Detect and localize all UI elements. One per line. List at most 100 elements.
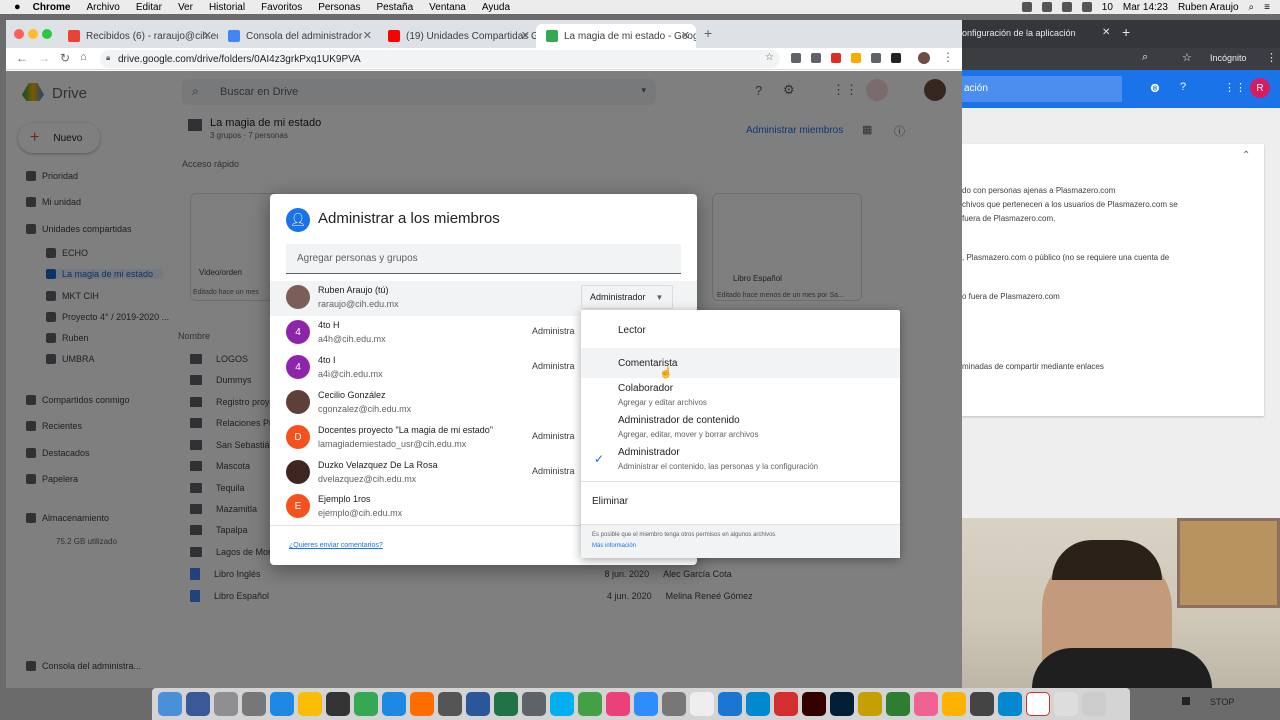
menu-ver[interactable]: Ver bbox=[178, 2, 193, 13]
flash-icon[interactable] bbox=[858, 692, 882, 716]
extension-icon[interactable] bbox=[851, 53, 861, 63]
profile-avatar[interactable] bbox=[918, 52, 930, 64]
role-option-admin-contenido[interactable]: Administrador de contenido Agregar, edit… bbox=[581, 414, 900, 444]
feedback-link[interactable]: ¿Quieres enviar comentarios? bbox=[289, 542, 383, 549]
chrome-icon[interactable] bbox=[298, 692, 322, 716]
back-icon[interactable]: ← bbox=[16, 51, 28, 65]
new-tab-icon[interactable]: + bbox=[704, 25, 712, 41]
clock[interactable]: Mar 14:23 bbox=[1123, 2, 1168, 13]
address-bar[interactable]: 🔒︎ drive.google.com/drive/folders/0AI4z3… bbox=[100, 50, 780, 68]
remove-member-option[interactable]: Eliminar bbox=[581, 488, 900, 516]
battery-level[interactable]: 10 bbox=[1102, 2, 1113, 13]
finder-icon[interactable] bbox=[158, 692, 182, 716]
role-option-administrador[interactable]: ✓ Administrador Administrar el contenido… bbox=[581, 446, 900, 476]
menu-historial[interactable]: Historial bbox=[209, 2, 245, 13]
search-icon[interactable]: ⌕ bbox=[1142, 51, 1148, 64]
settings-icon[interactable] bbox=[662, 692, 686, 716]
tab-gmail[interactable]: Recibidos (6) - raraujo@cih.edu ✕ bbox=[58, 24, 218, 48]
app-store-icon[interactable] bbox=[270, 692, 294, 716]
pdf-icon[interactable] bbox=[1026, 692, 1050, 716]
stop-recording-button[interactable]: STOP bbox=[1210, 697, 1234, 707]
chevron-up-icon[interactable]: ⌃ bbox=[1242, 150, 1250, 161]
home-icon[interactable]: ⌂ bbox=[80, 51, 87, 63]
safari-icon[interactable] bbox=[382, 692, 406, 716]
close-tab-icon[interactable]: ✕ bbox=[681, 29, 690, 42]
document-icon[interactable] bbox=[1054, 692, 1078, 716]
tray-icon[interactable] bbox=[1021, 2, 1032, 12]
extension-icon[interactable] bbox=[791, 53, 801, 63]
close-tab-icon[interactable]: ✕ bbox=[203, 29, 212, 42]
photoshop-icon[interactable] bbox=[830, 692, 854, 716]
minimize-window-icon[interactable] bbox=[28, 29, 38, 39]
more-info-link[interactable]: Más información bbox=[592, 543, 636, 549]
launchpad-icon[interactable] bbox=[242, 692, 266, 716]
extension-icon[interactable] bbox=[831, 53, 841, 63]
member-role[interactable]: Administra bbox=[532, 431, 575, 441]
maximize-window-icon[interactable] bbox=[42, 29, 52, 39]
virtualbox-icon[interactable] bbox=[522, 692, 546, 716]
quicktime-icon[interactable] bbox=[998, 692, 1022, 716]
menu-icon[interactable]: ≡ bbox=[1264, 2, 1270, 13]
tray-icon[interactable] bbox=[1041, 2, 1052, 12]
apps-icon[interactable]: ⋮⋮ bbox=[1224, 81, 1246, 94]
wifi-icon[interactable] bbox=[1081, 2, 1092, 12]
archive-icon[interactable] bbox=[942, 692, 966, 716]
teamviewer-icon[interactable] bbox=[746, 692, 770, 716]
more-icon[interactable]: ⋮ bbox=[1266, 51, 1277, 64]
role-option-comentarista[interactable]: Comentarista ☝ bbox=[581, 348, 900, 379]
star-icon[interactable]: ☆ bbox=[765, 52, 774, 63]
photos-icon[interactable] bbox=[914, 692, 938, 716]
close-tab-icon[interactable]: ✕ bbox=[363, 29, 372, 42]
app-icon[interactable] bbox=[970, 692, 994, 716]
admin-search[interactable]: ación bbox=[962, 76, 1122, 102]
messages-icon[interactable] bbox=[578, 692, 602, 716]
terminal-icon[interactable] bbox=[326, 692, 350, 716]
member-role[interactable]: Administra bbox=[532, 361, 575, 371]
member-role[interactable]: Administra bbox=[532, 326, 575, 336]
tab-drive[interactable]: La magia de mi estado - Googl ✕ bbox=[536, 24, 696, 48]
close-window-icon[interactable] bbox=[14, 29, 24, 39]
excel-icon[interactable] bbox=[494, 692, 518, 716]
keynote-icon[interactable] bbox=[718, 692, 742, 716]
search-icon[interactable]: ⌕ bbox=[1249, 2, 1255, 13]
music-icon[interactable] bbox=[606, 692, 630, 716]
tab-admin-console[interactable]: Consola del administrador ✕ bbox=[218, 24, 378, 48]
tab-label[interactable]: onfiguración de la aplicación bbox=[962, 28, 1076, 38]
star-icon[interactable]: ☆ bbox=[1182, 51, 1192, 64]
account-avatar[interactable]: R bbox=[1250, 78, 1270, 98]
user-name[interactable]: Ruben Araujo bbox=[1178, 2, 1239, 13]
add-people-input[interactable]: Agregar personas y grupos bbox=[286, 244, 681, 274]
close-tab-icon[interactable]: ✕ bbox=[1102, 27, 1110, 38]
zoom-icon[interactable] bbox=[634, 692, 658, 716]
extension-icon[interactable] bbox=[871, 53, 881, 63]
illustrator-icon[interactable] bbox=[802, 692, 826, 716]
forward-icon[interactable]: → bbox=[38, 51, 50, 65]
role-option-colaborador[interactable]: Colaborador Agregar y editar archivos bbox=[581, 382, 900, 412]
stop-icon[interactable] bbox=[1182, 697, 1190, 705]
reload-icon[interactable]: ↻ bbox=[60, 51, 70, 65]
notes-icon[interactable] bbox=[214, 692, 238, 716]
member-role[interactable]: Administra bbox=[532, 466, 575, 476]
role-dropdown-button[interactable]: Administrador ▼ bbox=[581, 285, 673, 309]
menu-pestana[interactable]: Pestaña bbox=[376, 2, 413, 13]
fireworks-icon[interactable] bbox=[886, 692, 910, 716]
word-icon[interactable] bbox=[466, 692, 490, 716]
help-icon[interactable]: ? bbox=[1180, 81, 1186, 93]
preview-icon[interactable] bbox=[690, 692, 714, 716]
calculator-icon[interactable] bbox=[438, 692, 462, 716]
role-option-lector[interactable]: Lector bbox=[581, 318, 900, 344]
apple-icon[interactable]: ● bbox=[14, 1, 21, 13]
trash-icon[interactable] bbox=[1082, 692, 1106, 716]
new-tab-icon[interactable]: + bbox=[1122, 24, 1130, 40]
menu-personas[interactable]: Personas bbox=[318, 2, 360, 13]
app-menu[interactable]: Chrome bbox=[33, 2, 71, 13]
tray-icon[interactable] bbox=[1061, 2, 1072, 12]
firefox-icon[interactable] bbox=[410, 692, 434, 716]
app-icon[interactable] bbox=[774, 692, 798, 716]
menu-ayuda[interactable]: Ayuda bbox=[482, 2, 510, 13]
menu-editar[interactable]: Editar bbox=[136, 2, 162, 13]
more-icon[interactable]: ⋮ bbox=[942, 50, 954, 64]
drive-icon[interactable] bbox=[354, 692, 378, 716]
close-tab-icon[interactable]: ✕ bbox=[521, 29, 530, 42]
skype-icon[interactable] bbox=[550, 692, 574, 716]
